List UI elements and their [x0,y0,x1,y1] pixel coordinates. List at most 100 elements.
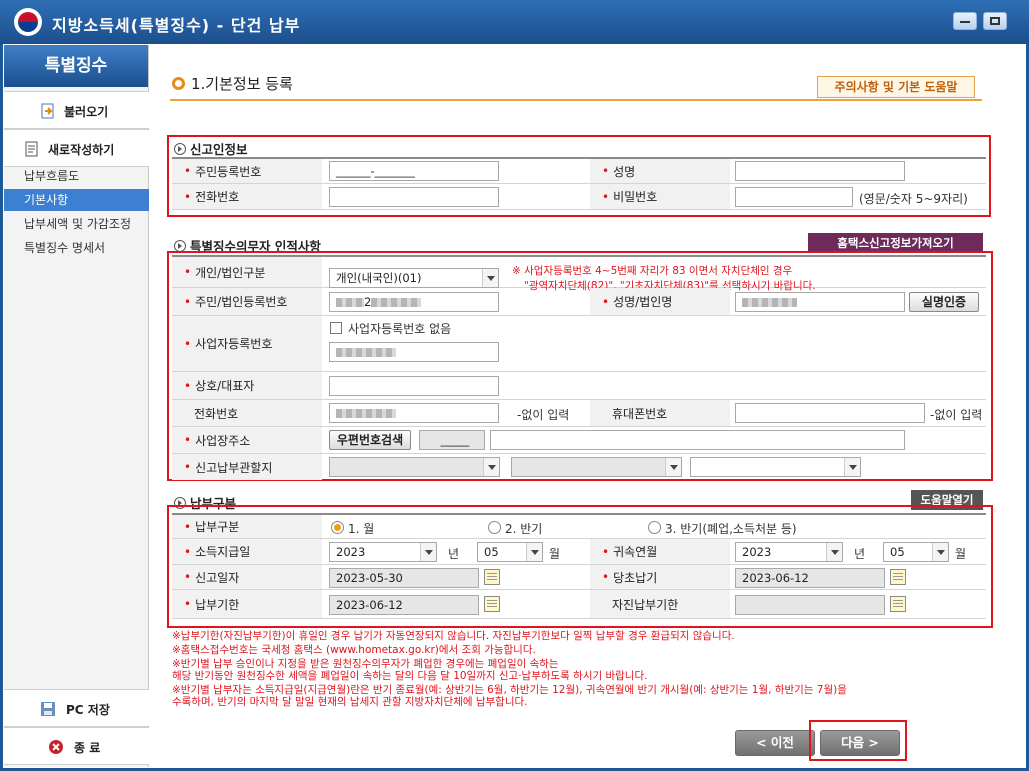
chevron-down-icon [526,543,542,561]
next-button[interactable]: 다음 > [820,730,900,756]
calendar-icon[interactable] [484,569,500,585]
note-half-2: 수록하며, 반기의 마지막 달 말일 현재의 납세지 관할 지방자치단체에 납부… [172,696,528,708]
local-gov-warning-1: ※ 사업자등록번호 4~5번째 자리가 83 이면서 자치단체인 경우 [512,265,793,277]
kind-label: • 납부구분 [172,515,322,538]
exit-label: 종 료 [74,741,101,755]
minimize-button[interactable] [953,12,977,30]
bizno-label: • 사업자등록번호 [172,316,322,371]
orig-due-input[interactable]: 2023-06-12 [735,568,885,588]
orange-bullet-icon [172,77,185,90]
password-hint: (영문/숫자 5~9자리) [859,192,968,206]
new-write-button[interactable]: 새로작성하기 [4,129,149,167]
kind-monthly-radio[interactable] [331,521,344,534]
payment-table: • 납부구분 1. 월 2. 반기 3. 반기(폐업,소득처분 등) • 소득지급일… [172,513,986,621]
regno-input[interactable]: 2 [329,292,499,312]
sidebar-item-basic[interactable]: 기본사항 [4,189,149,211]
regno-partial-text: 2 [364,295,372,309]
sidebar-item-label: 특별징수 명세서 [24,241,106,255]
resident-no-input[interactable]: ______-_______ [329,161,499,181]
pay-month-label: • 소득지급일 [172,539,322,564]
mobile-label: 휴대폰번호 [590,400,730,426]
name-label: • 성명 [590,159,730,183]
office-district-select[interactable] [690,457,861,477]
floppy-disk-icon [41,702,55,716]
address-input[interactable] [490,430,905,450]
heading-divider [170,99,982,101]
pay-year-select[interactable]: 2023 [329,542,437,562]
chevron-down-icon [665,458,681,476]
note-half-1: ※반기별 납부자는 소득지급일(지급연월)란은 반기 종료월(예: 상반기는 6… [172,684,847,696]
note-hometax: ※홈택스접수번호는 국세청 홈택스 (www.hometax.go.kr)에서 … [172,644,536,656]
office-label: • 신고납부관할지 [172,454,322,480]
calendar-icon[interactable] [484,596,500,612]
load-button[interactable]: 불러오기 [4,91,149,129]
exit-button[interactable]: 종 료 [4,727,149,765]
rep-label: • 상호/대표자 [172,372,322,399]
belong-year-select[interactable]: 2023 [735,542,843,562]
withholder-table: • 개인/법인구분 개인(내국인)(01) ※ 사업자등록번호 4~5번째 자리가… [172,255,986,480]
orig-due-label: • 당초납기 [590,565,730,589]
year-unit: 년 [854,547,866,561]
name-input[interactable] [735,161,905,181]
sidebar-item-label: 납부흐름도 [24,169,80,183]
sidebar-item-tax-adjust[interactable]: 납부세액 및 가감조정 [4,213,149,235]
biz-phone-hint: -없이 입력 [517,408,570,422]
chevron-down-icon [826,543,842,561]
month-unit: 월 [955,547,967,561]
sidebar-item-flow[interactable]: 납부흐름도 [4,165,149,187]
no-bizno-checkbox[interactable] [330,322,342,334]
mobile-hint: -없이 입력 [930,408,983,422]
chevron-down-icon [483,458,499,476]
kind-monthly-label: 1. 월 [348,522,375,536]
sidebar-item-label: 납부세액 및 가감조정 [24,217,131,231]
caution-help-button[interactable]: 주의사항 및 기본 도움말 [817,76,975,98]
phone-input[interactable] [329,187,499,207]
load-file-icon [41,103,54,119]
pc-save-button[interactable]: PC 저장 [4,689,149,727]
sidebar-item-statement[interactable]: 특별징수 명세서 [4,237,149,259]
corp-name-input[interactable] [735,292,905,312]
note-holiday: ※납부기한(자진납부기한)이 휴일인 경우 납기가 자동연장되지 않습니다. 자… [172,630,735,642]
regno-label: • 주민/법인등록번호 [172,288,322,315]
password-input[interactable] [735,187,853,207]
prev-button[interactable]: < 이전 [735,730,815,756]
main-content: 1.기본정보 등록 주의사항 및 기본 도움말 신고인정보 • 주민등록번호 __… [150,45,1025,767]
calendar-icon[interactable] [890,569,906,585]
report-date-input[interactable]: 2023-05-30 [329,568,479,588]
addr-label: • 사업장주소 [172,427,322,453]
self-due-input[interactable] [735,595,885,615]
kind-half-label: 2. 반기 [505,522,543,536]
zip-search-button[interactable]: 우편번호검색 [329,430,411,450]
belong-month-select[interactable]: 05 [883,542,949,562]
chevron-down-icon [482,269,498,287]
month-unit: 월 [549,547,561,561]
kind-half-closure-radio[interactable] [648,521,661,534]
maximize-button[interactable] [983,12,1007,30]
mobile-input[interactable] [735,403,925,423]
rep-input[interactable] [329,376,499,396]
office-province-select[interactable] [329,457,500,477]
zip-code-input[interactable]: _____ [419,430,485,450]
password-label: • 비밀번호 [590,184,730,209]
kind-half-radio[interactable] [488,521,501,534]
window-title: 지방소득세(특별징수) - 단건 납부 [52,16,301,35]
hometax-import-button[interactable]: 홈택스신고정보가져오기 [808,233,983,253]
corp-name-label: • 성명/법인명 [590,288,730,315]
chevron-down-icon [844,458,860,476]
biz-phone-input[interactable] [329,403,499,423]
office-city-select[interactable] [511,457,682,477]
type-label: • 개인/법인구분 [172,257,322,287]
bizno-input[interactable] [329,342,499,362]
sidebar-item-label: 기본사항 [24,193,69,207]
due-date-input[interactable]: 2023-06-12 [329,595,479,615]
belong-label: • 귀속연월 [590,539,730,564]
calendar-icon[interactable] [890,596,906,612]
sidebar: 특별징수 불러오기 새로작성하기 납부흐름도 기본사항 납부세액 및 가감조정 … [4,45,149,767]
chevron-down-icon [420,543,436,561]
reporter-table: • 주민등록번호 ______-_______ • 성명 • 전화번호 • 비밀번호 (… [172,157,986,211]
real-name-verify-button[interactable]: 실명인증 [909,292,979,312]
chevron-down-icon [932,543,948,561]
type-select[interactable]: 개인(내국인)(01) [329,268,499,288]
sidebar-title: 특별징수 [4,45,148,87]
pay-month-select[interactable]: 05 [477,542,543,562]
